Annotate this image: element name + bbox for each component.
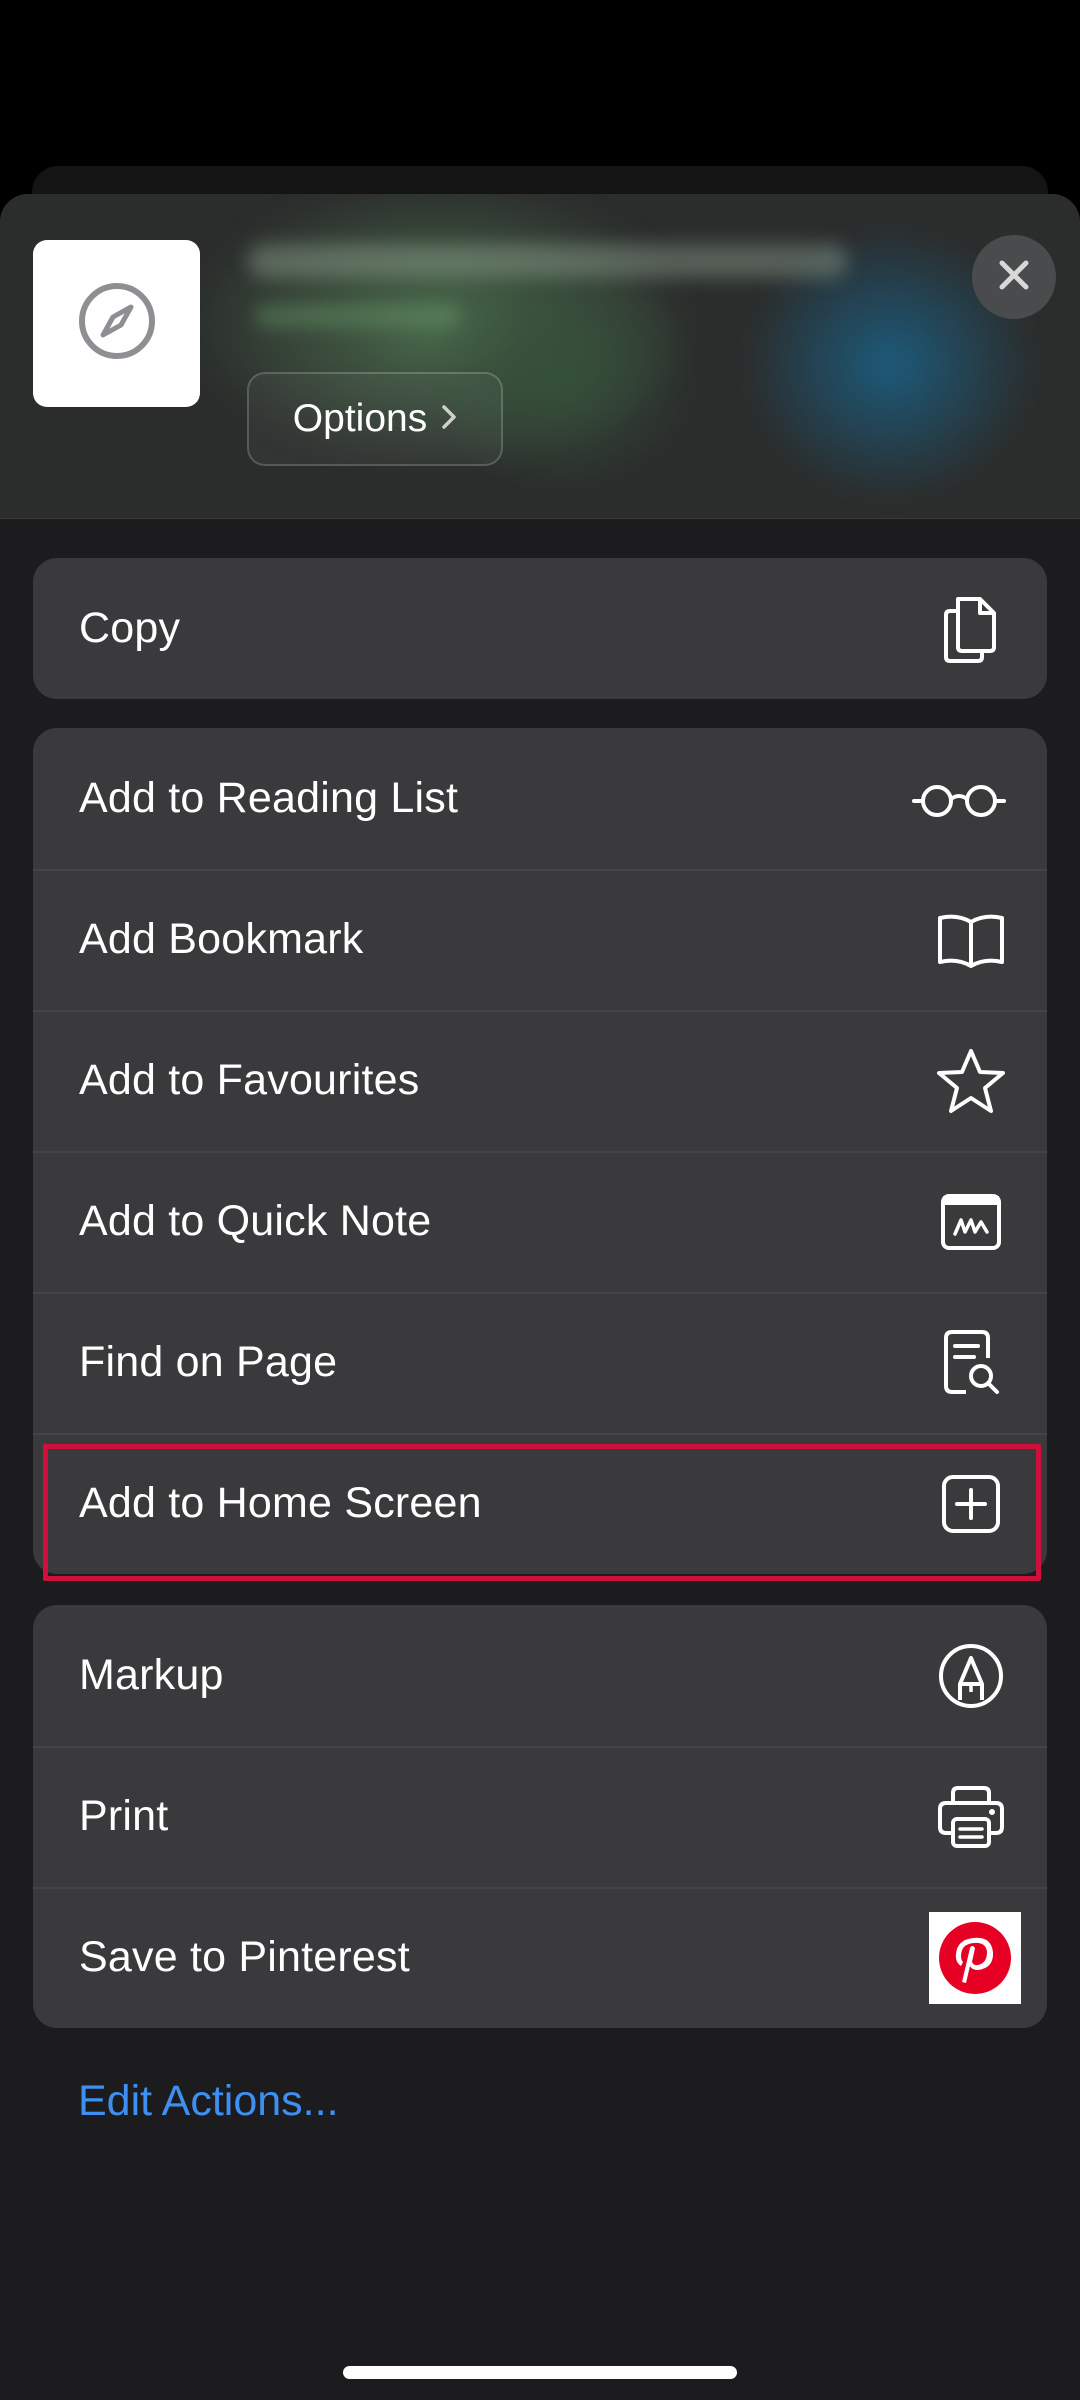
action-label: Print [79,1792,169,1840]
close-icon [997,258,1031,297]
action-label: Copy [79,604,181,652]
action-print[interactable]: Print [33,1746,1047,1887]
action-label: Markup [79,1651,224,1699]
action-add-to-favourites[interactable]: Add to Favourites [33,1010,1047,1151]
site-thumbnail [33,240,200,407]
action-label: Add to Quick Note [79,1197,432,1245]
plus-square-icon [935,1468,1007,1540]
copy-icon [935,593,1007,665]
quick-note-icon [935,1186,1007,1258]
share-sheet-header: Options [0,194,1080,519]
action-markup[interactable]: Markup [33,1605,1047,1746]
action-label: Add to Favourites [79,1056,420,1104]
book-icon [935,904,1007,976]
options-button[interactable]: Options [247,372,503,466]
markup-icon [935,1640,1007,1712]
options-label: Options [292,397,428,440]
share-sheet: Options Copy Add to Reading List Add Boo… [0,194,1080,2400]
glasses-icon [911,763,1007,835]
action-label: Save to Pinterest [79,1933,410,1981]
action-label: Add to Home Screen [79,1479,482,1527]
action-group-extra: Markup Print Save to Pinterest [33,1605,1047,2028]
star-icon [935,1045,1007,1117]
close-button[interactable] [972,235,1056,319]
action-add-bookmark[interactable]: Add Bookmark [33,869,1047,1010]
action-copy[interactable]: Copy [33,558,1047,699]
action-add-to-quick-note[interactable]: Add to Quick Note [33,1151,1047,1292]
page-title-blurred [248,244,848,278]
action-find-on-page[interactable]: Find on Page [33,1292,1047,1433]
chevron-right-icon [441,397,457,441]
find-doc-icon [935,1327,1007,1399]
compass-icon [76,280,158,367]
page-url-blurred [255,304,460,328]
printer-icon [935,1781,1007,1853]
home-indicator[interactable] [343,2366,737,2379]
action-label: Add to Reading List [79,774,459,822]
action-label: Add Bookmark [79,915,364,963]
action-group-copy: Copy [33,558,1047,699]
action-save-to-pinterest[interactable]: Save to Pinterest [33,1887,1047,2028]
action-add-to-reading-list[interactable]: Add to Reading List [33,728,1047,869]
action-add-to-home-screen[interactable]: Add to Home Screen [33,1433,1047,1574]
action-label: Find on Page [79,1338,338,1386]
pinterest-icon [929,1911,1021,2004]
action-group-main: Add to Reading List Add Bookmark Add to … [33,728,1047,1574]
edit-actions-link[interactable]: Edit Actions... [78,2077,339,2126]
